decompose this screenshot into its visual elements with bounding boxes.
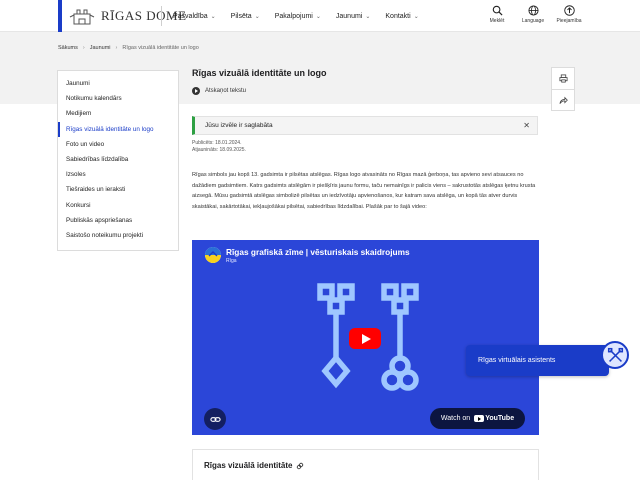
chevron-down-icon: ⌄ (315, 13, 321, 20)
sidebar-item-tiesraides[interactable]: Tiešraides un ieraksti (58, 182, 178, 197)
sidebar-item-jaunumi[interactable]: Jaunumi (58, 76, 178, 91)
main-nav: Pašvaldība ⌄ Pilsēta ⌄ Pakalpojumi ⌄ Jaunum… (173, 0, 419, 32)
saved-alert: Jūsu izvēle ir saglabāta ✕ (192, 116, 538, 135)
chevron-down-icon: ⌄ (210, 13, 216, 20)
play-icon (192, 87, 200, 95)
nav-item-kontakti[interactable]: Kontakti ⌄ (385, 13, 418, 20)
print-button[interactable] (552, 68, 574, 89)
accessibility-icon (563, 5, 575, 16)
section-title-text: Rīgas vizuālā identitāte (204, 461, 293, 470)
accessibility-button[interactable]: Pieejamība (556, 5, 582, 24)
language-label: Language (521, 18, 545, 24)
globe-icon (527, 5, 539, 16)
language-button[interactable]: Language (520, 5, 546, 24)
breadcrumb-current: Rīgas vizuālā identitāte un logo (122, 45, 199, 51)
updated-date: Atjaunināts: 18.09.2025. (192, 147, 246, 153)
brand-bar (58, 0, 62, 32)
youtube-brand: YouTube (474, 415, 514, 422)
video-channel[interactable]: Rīga (226, 258, 237, 264)
channel-avatar[interactable] (205, 247, 221, 263)
sidebar-item-sabiedribas-lidzdaliba[interactable]: Sabiedrības līdzdalība (58, 152, 178, 167)
watch-on-youtube-button[interactable]: Watch on YouTube (430, 408, 525, 429)
breadcrumb: Sākums › Jaunumi › Rīgas vizuālā identit… (58, 45, 199, 51)
virtual-assistant-button[interactable]: Rīgas virtuālais asistents (466, 345, 609, 376)
assistant-label: Rīgas virtuālais asistents (478, 357, 556, 364)
chevron-right-icon: › (115, 45, 118, 51)
sidebar-item-foto-un-video[interactable]: Foto un video (58, 137, 178, 152)
chevron-down-icon: ⌄ (413, 13, 419, 20)
search-icon (492, 5, 503, 16)
breadcrumb-home[interactable]: Sākums (58, 45, 78, 51)
article-body: Rīgas simbols jau kopš 13. gadsimta ir p… (192, 172, 536, 210)
sidebar-item-vizuala-identitate[interactable]: Rīgas vizuālā identitāte un logo (58, 121, 178, 137)
sidebar-item-saistoso-noteikumu-projekti[interactable]: Saistošo noteikumu projekti (58, 228, 178, 243)
sidebar-menu: Jaunumi Notikumu kalendārs Medijiem Rīga… (57, 70, 179, 251)
print-icon (558, 74, 568, 83)
search-label: Meklēt (489, 18, 505, 24)
sidebar-item-publiskas-apspriesanas[interactable]: Publiskās apspriešanas (58, 213, 178, 228)
header-tools: Meklēt Language Pieejamība (484, 5, 582, 24)
link-icon (209, 416, 221, 422)
nav-label: Jaunumi (335, 12, 363, 20)
nav-label: Kontakti (385, 12, 411, 20)
chevron-right-icon: › (82, 45, 85, 51)
sidebar-item-izsoles[interactable]: Izsoles (58, 167, 178, 182)
copy-link-button[interactable] (204, 408, 226, 430)
nav-label: Pašvaldība (173, 12, 208, 20)
nav-item-pilseta[interactable]: Pilsēta ⌄ (231, 13, 260, 20)
breadcrumb-news[interactable]: Jaunumi (90, 45, 111, 51)
listen-label: Atskaņot tekstu (205, 88, 247, 94)
video-player[interactable]: Rīgas grafiskā zīme | vēsturiskais skaid… (192, 240, 539, 435)
article-meta: Publicēts: 18.01.2024. Atjaunināts: 18.0… (192, 140, 246, 154)
riga-coat-of-arms-icon (69, 9, 95, 25)
nav-label: Pilsēta (230, 12, 252, 20)
listen-button[interactable]: Atskaņot tekstu (192, 87, 246, 95)
sidebar-item-konkursi[interactable]: Konkursi (58, 198, 178, 213)
close-icon[interactable]: ✕ (523, 121, 530, 130)
alert-text: Jūsu izvēle ir saglabāta (205, 122, 273, 129)
site-header: RĪGAS DOME Pašvaldība ⌄ Pilsēta ⌄ Pakalpoj… (0, 0, 640, 32)
share-icon (558, 96, 568, 104)
sidebar-item-medijiem[interactable]: Medijiem (58, 106, 178, 121)
accessibility-label: Pieejamība (556, 18, 582, 24)
chevron-down-icon: ⌄ (254, 13, 260, 20)
assistant-launcher[interactable] (601, 341, 629, 369)
sidebar-item-notikumu-kalendars[interactable]: Notikumu kalendārs (58, 91, 178, 106)
header-divider (161, 6, 162, 26)
chevron-down-icon: ⌄ (365, 13, 371, 20)
video-title[interactable]: Rīgas grafiskā zīme | vēsturiskais skaid… (226, 247, 410, 257)
page-tools (551, 67, 575, 111)
nav-item-pakalpojumi[interactable]: Pakalpojumi ⌄ (275, 13, 321, 20)
watch-on-label: Watch on (440, 415, 471, 422)
share-button[interactable] (552, 89, 574, 110)
identity-section: Rīgas vizuālā identitāte (192, 449, 539, 480)
published-date: Publicēts: 18.01.2024. (192, 140, 242, 146)
youtube-label: YouTube (485, 415, 515, 422)
youtube-icon (474, 415, 485, 422)
nav-item-pasvaldiba[interactable]: Pašvaldība ⌄ (173, 13, 216, 20)
nav-item-jaunumi[interactable]: Jaunumi ⌄ (336, 13, 371, 20)
search-button[interactable]: Meklēt (484, 5, 510, 24)
link-icon[interactable] (296, 462, 304, 470)
nav-label: Pakalpojumi (274, 12, 313, 20)
youtube-play-button[interactable] (349, 328, 381, 349)
page-title: Rīgas vizuālā identitāte un logo (192, 68, 327, 78)
ukraine-flag-icon (205, 247, 221, 263)
section-title: Rīgas vizuālā identitāte (204, 461, 304, 470)
crossed-keys-icon (607, 347, 623, 362)
